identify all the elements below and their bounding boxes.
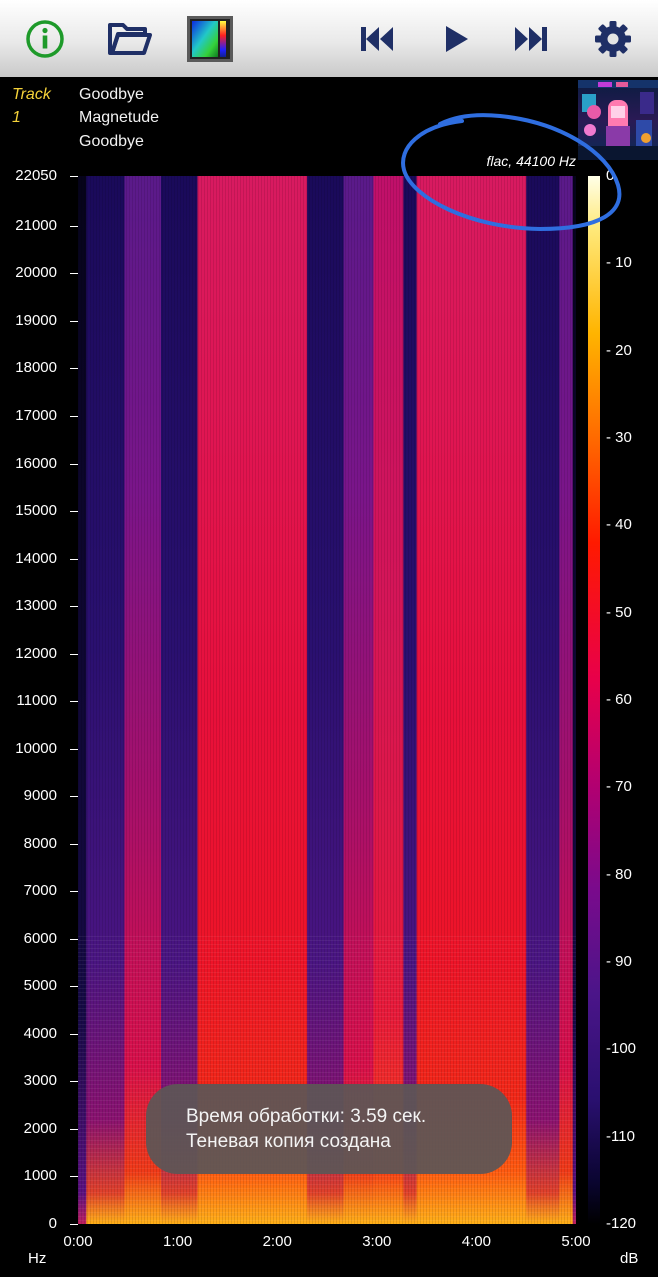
frequency-tick-label: 5000 [23,977,57,995]
time-tick-label: 5:00 [561,1233,591,1250]
db-unit-label: dB [620,1250,639,1267]
open-file-button[interactable] [104,0,154,77]
frequency-tick-mark [70,1033,78,1035]
skip-previous-icon [361,26,393,51]
frequency-tick-label: 20000 [15,264,57,282]
frequency-unit-label: Hz [28,1250,47,1267]
track-album: Goodbye [79,133,144,150]
frequency-tick-label: 12000 [15,644,57,662]
toast-processing-time: Время обработки: 3.59 сек. [186,1106,427,1127]
frequency-tick-label: 3000 [23,1072,57,1090]
frequency-tick-mark [70,701,78,703]
frequency-tick-label: 16000 [15,454,57,472]
play-button[interactable] [436,0,476,77]
db-tick-label: -110 [606,1127,635,1145]
db-tick-label: - 90 [606,953,632,970]
db-tick-label: - 10 [606,254,632,272]
db-tick-label: - 60 [606,691,632,708]
skip-next-icon [515,26,547,51]
spectrogram-palette-icon [187,15,233,62]
info-button[interactable] [22,0,68,77]
audio-format-label: flac, 44100 Hz [486,153,577,169]
toast-shadow-copy-status: Теневая копия создана [186,1131,391,1152]
frequency-tick-mark [70,796,78,798]
frequency-tick-mark [70,1081,78,1083]
frequency-tick-mark [70,748,78,750]
frequency-tick-label: 13000 [15,597,57,615]
frequency-tick-mark [70,938,78,940]
time-tick-label: 4:00 [461,1233,491,1250]
next-button[interactable] [510,0,552,77]
frequency-tick-mark [70,653,78,655]
toolbar [0,0,658,77]
frequency-tick-label: 15000 [15,502,57,520]
settings-button[interactable] [590,0,636,77]
track-title: Goodbye [79,86,144,103]
track-label: Track [12,86,51,103]
frequency-tick-mark [70,1224,78,1225]
frequency-tick-label: 21000 [15,216,57,234]
frequency-tick-mark [70,606,78,608]
frequency-tick-mark [70,1176,78,1178]
db-tick-label: - 80 [606,865,632,883]
frequency-tick-label: 0 [48,1215,57,1232]
frequency-tick-mark [70,368,78,370]
frequency-tick-mark [70,843,78,845]
frequency-tick-mark [70,891,78,893]
frequency-tick-mark [70,986,78,988]
frequency-tick-label: 9000 [23,787,57,805]
frequency-tick-mark [70,416,78,418]
db-tick-label: - 40 [606,516,632,534]
frequency-tick-mark [70,511,78,513]
db-tick-label: -120 [606,1215,637,1232]
frequency-tick-label: 14000 [15,549,57,567]
db-colorbar [588,176,600,1224]
frequency-tick-mark [70,463,78,465]
frequency-tick-label: 18000 [15,359,57,377]
frequency-tick-mark [70,225,78,227]
db-tick-label: - 50 [606,603,632,621]
folder-open-icon [108,22,152,55]
frequency-tick-label: 7000 [23,882,57,900]
palette-button[interactable] [186,0,234,77]
time-tick-label: 2:00 [262,1233,292,1250]
track-artist: Magnetude [79,109,160,126]
frequency-tick-label: 17000 [15,407,57,425]
frequency-tick-label: 6000 [23,929,57,947]
frequency-tick-label: 10000 [15,739,57,757]
frequency-tick-label: 2000 [23,1119,57,1137]
track-number: 1 [12,109,21,126]
toast-notification: Время обработки: 3.59 сек. Теневая копия… [146,1084,512,1174]
frequency-tick-label: 8000 [23,834,57,852]
frequency-tick-mark [70,273,78,275]
time-tick-label: 1:00 [162,1233,193,1250]
album-art [578,80,658,160]
frequency-tick-mark [70,176,78,177]
frequency-tick-mark [70,320,78,322]
db-tick-label: - 20 [606,341,632,359]
frequency-tick-mark [70,558,78,560]
frequency-tick-label: 19000 [15,311,57,329]
spectrogram [78,176,576,1224]
db-tick-label: - 30 [606,429,632,446]
time-tick-label: 0:00 [63,1233,93,1250]
db-tick-label: - 70 [606,778,632,796]
db-tick-label: -100 [606,1040,637,1058]
frequency-tick-label: 1000 [23,1167,57,1185]
time-tick-label: 3:00 [362,1233,392,1250]
frequency-tick-mark [70,1128,78,1130]
previous-button[interactable] [356,0,398,77]
play-icon [446,25,468,52]
gear-icon [595,20,631,57]
frequency-tick-label: 4000 [23,1024,57,1042]
frequency-tick-label: 11000 [16,692,57,710]
info-icon [26,19,64,58]
frequency-tick-label: 22050 [15,167,57,184]
db-tick-label: 0 [606,167,615,184]
